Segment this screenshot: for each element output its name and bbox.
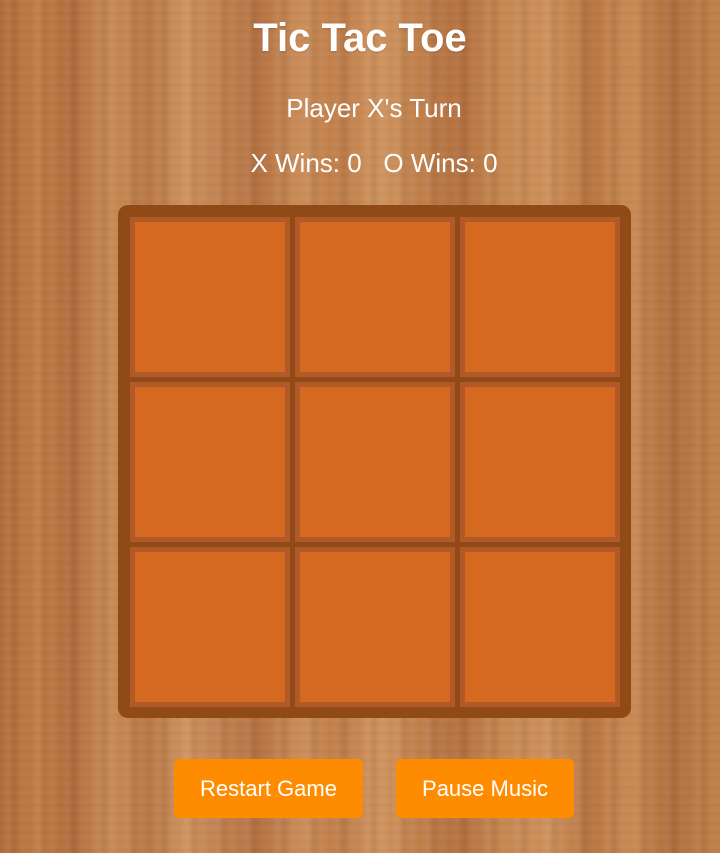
board-cell-5[interactable]: [295, 382, 455, 542]
page-title: Tic Tac Toe: [253, 16, 467, 60]
board-cell-6[interactable]: [460, 382, 620, 542]
o-wins-count: 0: [483, 148, 498, 178]
score-spacer: [362, 148, 384, 178]
board-cell-3[interactable]: [460, 217, 620, 377]
game-board: [118, 205, 631, 718]
board-cell-2[interactable]: [295, 217, 455, 377]
board-cell-7[interactable]: [130, 547, 290, 707]
board-cell-4[interactable]: [130, 382, 290, 542]
scoreboard: X Wins: 0 O Wins: 0: [0, 148, 720, 179]
turn-status: Player X's Turn: [286, 93, 462, 123]
x-wins-count: 0: [347, 148, 362, 178]
board-cell-1[interactable]: [130, 217, 290, 377]
board-cell-8[interactable]: [295, 547, 455, 707]
restart-game-button[interactable]: Restart Game: [174, 759, 363, 818]
board-cell-9[interactable]: [460, 547, 620, 707]
pause-music-button[interactable]: Pause Music: [396, 759, 574, 818]
o-wins-label: O Wins:: [383, 148, 484, 178]
x-wins-label: X Wins:: [250, 148, 348, 178]
